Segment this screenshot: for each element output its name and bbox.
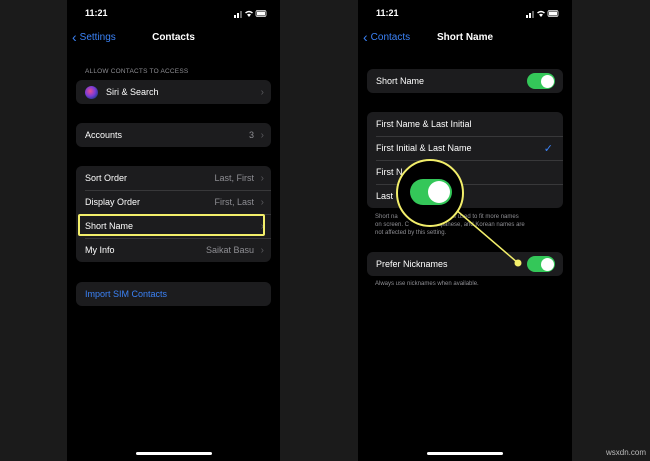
annotation-arrow — [454, 208, 522, 267]
watermark: wsxdn.com — [605, 448, 646, 457]
toggle-knob — [428, 181, 450, 203]
zoomed-toggle — [410, 179, 452, 205]
magnifier-circle — [396, 159, 464, 227]
